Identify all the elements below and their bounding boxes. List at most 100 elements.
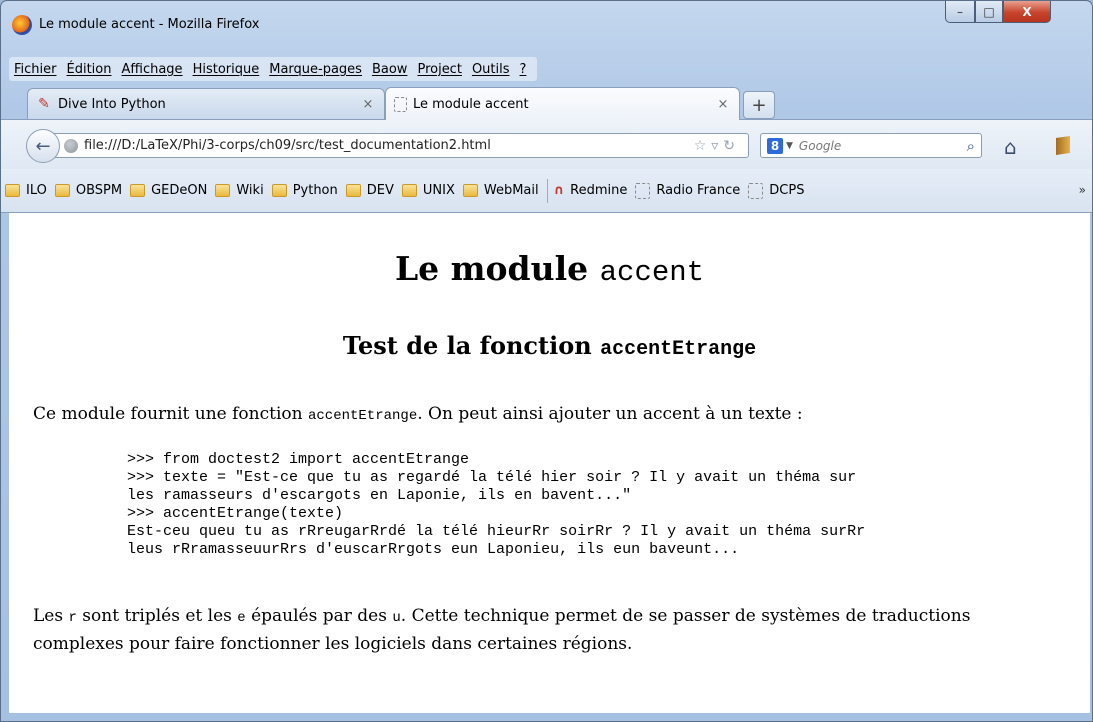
bookmark-obspm[interactable]: OBSPM: [54, 183, 123, 198]
menu-help[interactable]: ?: [515, 62, 532, 77]
tab-close-icon[interactable]: ×: [360, 97, 376, 112]
new-tab-button[interactable]: +: [743, 91, 775, 119]
globe-icon: [64, 138, 78, 153]
menu-baow[interactable]: Baow: [367, 62, 412, 77]
back-button[interactable]: ←: [26, 129, 60, 163]
code-line: leus rRramasseuurRrs d'euscarRrgots eun …: [127, 541, 740, 558]
bookmark-dev[interactable]: DEV: [345, 183, 394, 198]
tab-dive-into-python[interactable]: ✎ Dive Into Python ×: [27, 88, 385, 119]
bookmark-label: GEDeON: [151, 183, 208, 198]
bookmark-label: Radio France: [656, 183, 741, 198]
outro-code-r: r: [68, 610, 77, 626]
folder-icon: [401, 184, 417, 197]
navigation-toolbar: ← file:///D:/LaTeX/Phi/3-corps/ch09/src/…: [1, 119, 1092, 170]
intro-text-before: Ce module fournit une fonction: [33, 404, 308, 424]
bookmark-separator: [546, 178, 548, 203]
close-button[interactable]: X: [1003, 1, 1051, 23]
menu-affichage[interactable]: Affichage: [116, 62, 187, 77]
outro-code-e: e: [237, 610, 246, 626]
menu-outils[interactable]: Outils: [467, 62, 515, 77]
intro-code: accentEtrange: [308, 408, 418, 424]
folder-icon: [271, 184, 287, 197]
folder-icon: [345, 184, 361, 197]
title-bar[interactable]: Le module accent - Mozilla Firefox – □ X: [1, 1, 1092, 47]
bookmark-redmine[interactable]: ∩ Redmine: [554, 183, 628, 198]
back-arrow-icon: ←: [35, 135, 51, 157]
bookmark-wiki[interactable]: Wiki: [215, 183, 264, 198]
outro-paragraph: Les r sont triplés et les e épaulés par …: [33, 603, 1033, 657]
outro-text: sont triplés et les: [76, 606, 238, 626]
firefox-logo-icon[interactable]: [12, 15, 32, 35]
menu-historique[interactable]: Historique: [188, 62, 265, 77]
bookmarks-overflow-chevron-icon[interactable]: »: [1079, 183, 1086, 197]
menu-edition[interactable]: Édition: [62, 62, 117, 77]
url-text[interactable]: file:///D:/LaTeX/Phi/3-corps/ch09/src/te…: [84, 138, 694, 153]
folder-icon: [462, 184, 478, 197]
bookmark-ilo[interactable]: ILO: [5, 183, 47, 198]
code-line: >>> texte = "Est-ce que tu as regardé la…: [127, 469, 857, 486]
browser-window: Le module accent - Mozilla Firefox – □ X…: [0, 0, 1093, 722]
bookmarks-icon[interactable]: [1056, 136, 1070, 155]
menu-fichier[interactable]: Fichier: [9, 62, 62, 77]
intro-text-after: . On peut ainsi ajouter un accent à un t…: [417, 404, 803, 424]
bookmark-label: DCPS: [769, 183, 805, 198]
bookmark-label: ILO: [26, 183, 47, 198]
menu-marque-pages[interactable]: Marque-pages: [264, 62, 367, 77]
bookmark-gedeon[interactable]: GEDeON: [130, 183, 207, 198]
maximize-button[interactable]: □: [975, 1, 1003, 23]
folder-icon: [54, 184, 70, 197]
bookmark-python[interactable]: Python: [271, 183, 338, 198]
bookmarks-toolbar: ILO OBSPM GEDeON Wiki Python DEV UNIX We…: [1, 169, 1092, 213]
star-dropdown-reload-icons[interactable]: ☆▿↻: [694, 138, 740, 154]
minimize-button[interactable]: –: [945, 1, 975, 23]
section-title-code: accentEtrange: [600, 338, 757, 361]
page-title-text: Le module: [394, 249, 600, 288]
outro-text: Les: [33, 606, 69, 626]
tab-label: Le module accent: [413, 96, 529, 112]
tab-close-icon[interactable]: ×: [715, 97, 731, 112]
search-icon[interactable]: ⌕: [967, 137, 975, 155]
search-input[interactable]: Google: [799, 139, 967, 153]
bookmark-label: DEV: [366, 183, 394, 198]
bookmark-label: WebMail: [483, 183, 539, 198]
search-bar[interactable]: 8 ▼ Google ⌕: [760, 133, 982, 158]
code-line: Est-ceu queu tu as rRreugarRrdé la télé …: [127, 523, 866, 540]
folder-icon: [130, 184, 146, 197]
bookmark-label: Redmine: [570, 183, 628, 198]
intro-paragraph: Ce module fournit une fonction accentEtr…: [33, 401, 803, 429]
section-title: Test de la fonction accentEtrange: [9, 331, 1090, 361]
bookmark-dcps[interactable]: DCPS: [748, 182, 805, 199]
tab-strip: ✎ Dive Into Python × Le module accent × …: [1, 85, 1092, 120]
bookmark-radio-france[interactable]: Radio France: [635, 182, 741, 199]
tab-le-module-accent[interactable]: Le module accent ×: [385, 87, 740, 120]
page-title: Le module accent: [9, 249, 1090, 289]
folder-icon: [5, 184, 20, 197]
folder-icon: [215, 184, 231, 197]
section-title-text: Test de la fonction: [342, 331, 601, 360]
home-icon[interactable]: ⌂: [1004, 135, 1017, 159]
outro-code-u: u: [392, 610, 401, 626]
page-icon: [748, 182, 764, 199]
tab-label: Dive Into Python: [58, 96, 166, 112]
code-line: >>> accentEtrange(texte): [127, 505, 344, 522]
page-icon: [635, 182, 651, 199]
url-bar[interactable]: file:///D:/LaTeX/Phi/3-corps/ch09/src/te…: [47, 133, 749, 158]
window-title: Le module accent - Mozilla Firefox: [39, 17, 260, 32]
code-line: les ramasseurs d'escargots en Laponie, i…: [127, 487, 632, 504]
bookmark-unix[interactable]: UNIX: [401, 183, 455, 198]
google-icon[interactable]: 8: [767, 137, 783, 154]
bookmark-label: Wiki: [236, 183, 264, 198]
search-engine-dropdown-icon[interactable]: ▼: [786, 141, 793, 151]
bookmark-label: OBSPM: [75, 183, 123, 198]
bookmark-label: UNIX: [422, 183, 455, 198]
bookmark-label: Python: [292, 183, 338, 198]
bookmark-webmail[interactable]: WebMail: [462, 183, 539, 198]
page-content: Le module accent Test de la fonction acc…: [9, 213, 1090, 713]
menu-project[interactable]: Project: [412, 62, 466, 77]
code-line: >>> from doctest2 import accentEtrange: [127, 451, 470, 468]
dive-into-python-icon: ✎: [38, 96, 50, 112]
doctest-code-block: >>> from doctest2 import accentEtrange >…: [127, 451, 865, 559]
page-title-code: accent: [599, 256, 705, 289]
outro-text: épaulés par des: [245, 606, 393, 626]
menu-bar: Fichier Édition Affichage Historique Mar…: [9, 57, 538, 81]
